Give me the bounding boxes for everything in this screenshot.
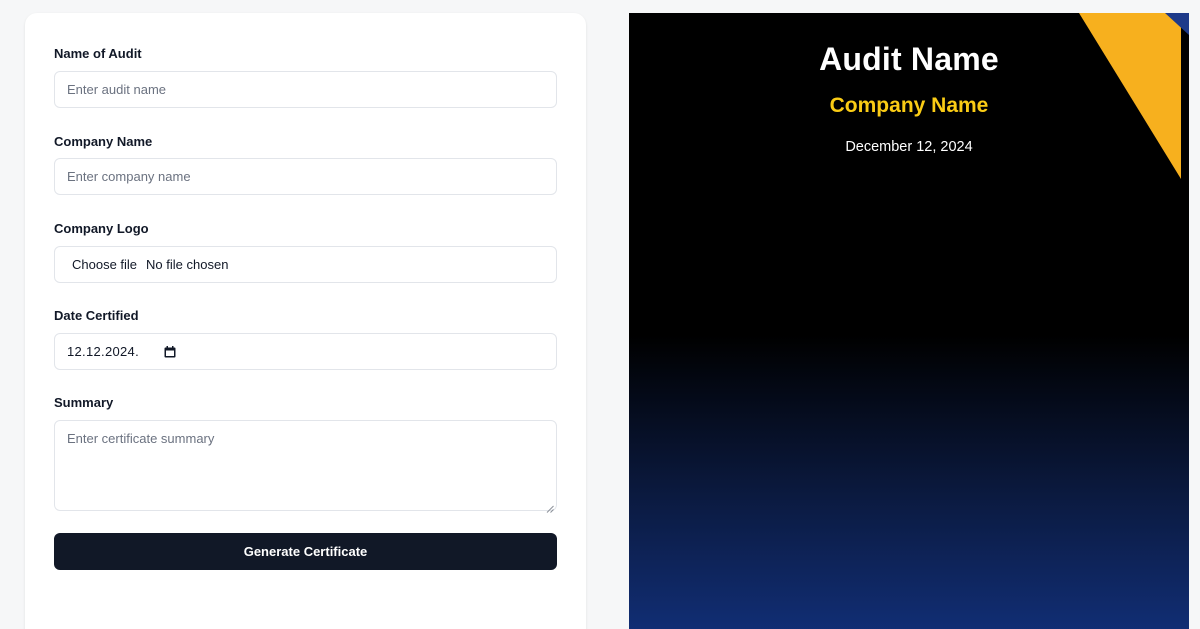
summary-label: Summary [54, 395, 114, 410]
company-logo-field[interactable]: Choose file No file chosen [54, 246, 557, 283]
calendar-icon[interactable] [164, 345, 176, 358]
company-name-field[interactable] [54, 158, 557, 195]
summary-textarea[interactable] [55, 421, 556, 510]
resize-handle-icon[interactable] [546, 500, 554, 513]
summary-field[interactable] [54, 420, 557, 513]
audit-name-input[interactable] [55, 72, 556, 107]
date-input[interactable]: 12.12.2024. [55, 334, 556, 369]
certificate-form: Name of Audit Company Name Company Logo … [25, 13, 586, 629]
date-value[interactable]: 12.12.2024. [67, 344, 164, 359]
audit-name-label: Name of Audit [54, 46, 142, 61]
date-certified-label: Date Certified [54, 308, 139, 323]
file-status-text: No file chosen [146, 257, 229, 272]
company-name-input[interactable] [55, 159, 556, 194]
certificate-company: Company Name [829, 94, 989, 117]
company-name-label: Company Name [54, 134, 153, 149]
certificate-preview: Audit Name Company Name December 12, 202… [629, 13, 1189, 629]
certificate-title: Audit Name [819, 41, 999, 77]
date-certified-field[interactable]: 12.12.2024. [54, 333, 557, 370]
certificate-date: December 12, 2024 [845, 139, 973, 155]
company-logo-label: Company Logo [54, 221, 149, 236]
generate-certificate-button[interactable]: Generate Certificate [54, 533, 557, 570]
choose-file-button[interactable]: Choose file [72, 257, 137, 272]
page: Name of Audit Company Name Company Logo … [0, 0, 1200, 629]
audit-name-field[interactable] [54, 71, 557, 108]
file-picker[interactable]: Choose file No file chosen [55, 247, 556, 282]
